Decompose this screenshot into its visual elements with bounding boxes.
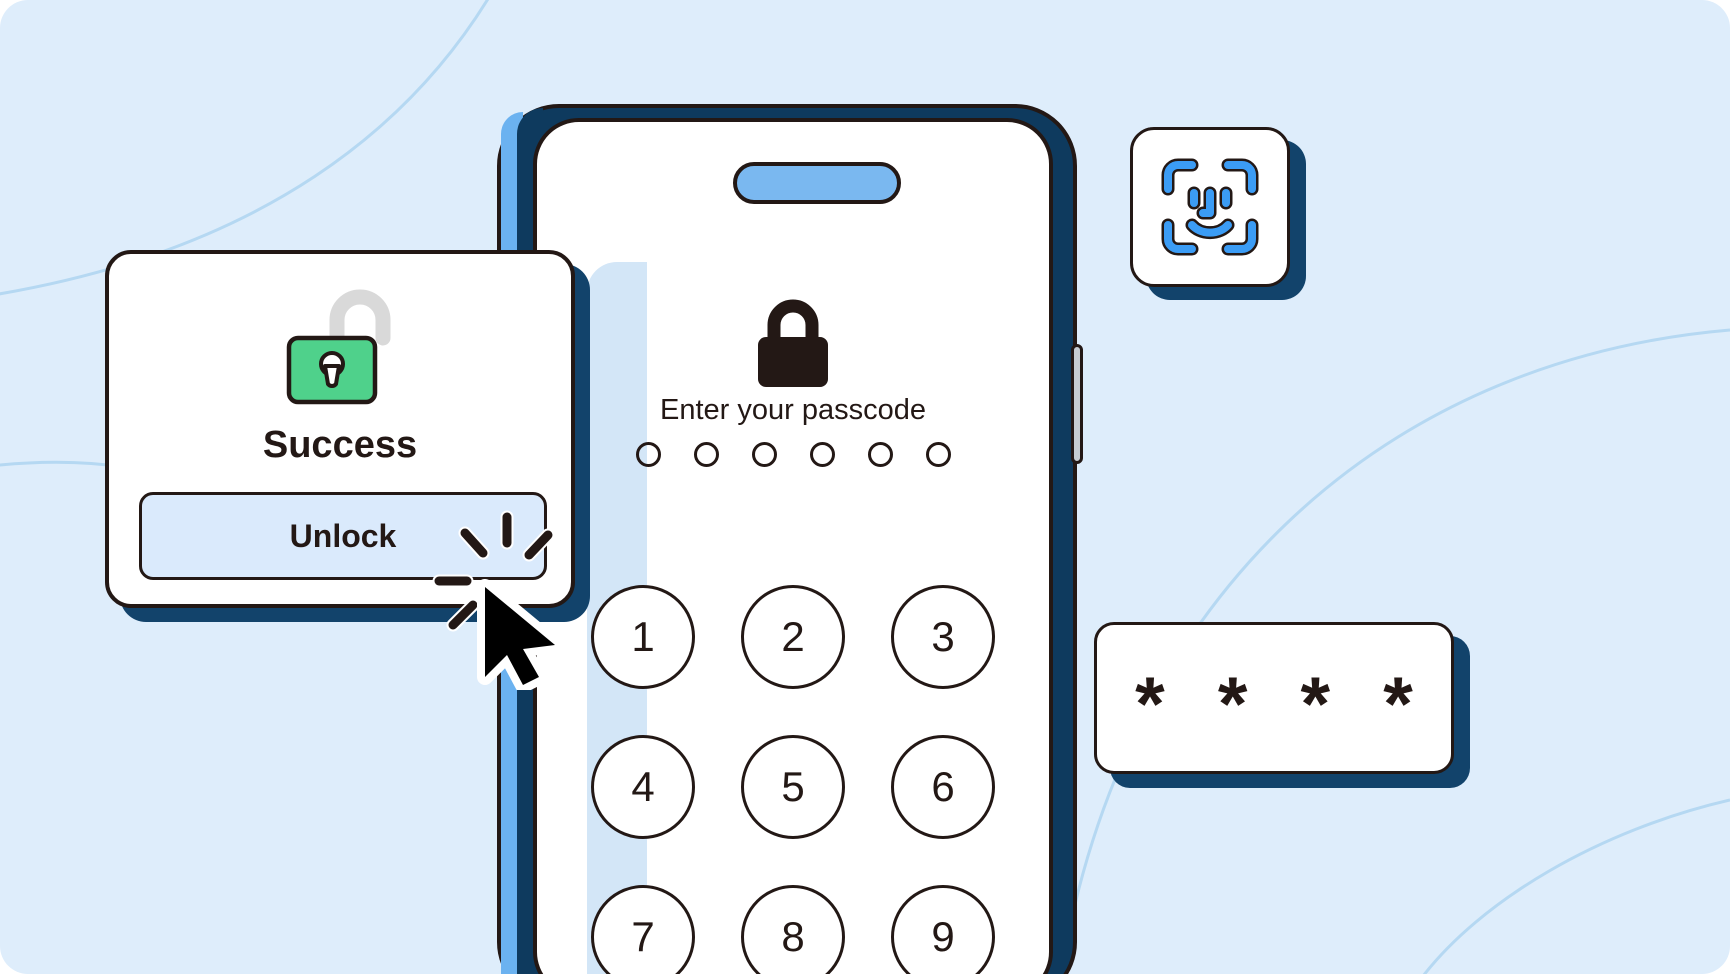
keypad-key-2[interactable]: 2 <box>741 585 845 689</box>
lock-closed-icon <box>758 299 828 387</box>
passcode-dot <box>635 442 661 467</box>
keypad-key-3[interactable]: 3 <box>891 585 995 689</box>
illustration-canvas: Enter your passcode 1 2 3 4 5 6 7 8 9 Su… <box>0 0 1730 974</box>
passcode-label: Enter your passcode <box>660 394 926 426</box>
keypad-key-8[interactable]: 8 <box>741 885 845 974</box>
keypad-key-4[interactable]: 4 <box>591 735 695 839</box>
passcode-dots <box>537 442 1049 467</box>
passcode-dot <box>925 442 951 467</box>
success-title: Success <box>262 424 418 466</box>
speaker-notch-icon <box>733 162 901 204</box>
passcode-dot <box>693 442 719 467</box>
masked-password-value: * * * * * * <box>1097 662 1451 747</box>
face-id-icon <box>1161 158 1259 256</box>
phone-screen: Enter your passcode 1 2 3 4 5 6 7 8 9 <box>533 118 1053 974</box>
keypad-key-7[interactable]: 7 <box>591 885 695 974</box>
passcode-dot <box>867 442 893 467</box>
faceid-card[interactable] <box>1130 127 1290 287</box>
phone-side-button[interactable] <box>1071 344 1083 464</box>
password-card[interactable]: * * * * * * <box>1094 622 1454 774</box>
keypad-key-5[interactable]: 5 <box>741 735 845 839</box>
passcode-keypad: 1 2 3 4 5 6 7 8 9 <box>568 562 1018 974</box>
passcode-dot <box>751 442 777 467</box>
mouse-pointer-click-icon <box>432 510 563 690</box>
passcode-dot <box>809 442 835 467</box>
unlocked-padlock-icon <box>286 289 391 405</box>
keypad-key-6[interactable]: 6 <box>891 735 995 839</box>
keypad-key-9[interactable]: 9 <box>891 885 995 974</box>
keypad-key-1[interactable]: 1 <box>591 585 695 689</box>
